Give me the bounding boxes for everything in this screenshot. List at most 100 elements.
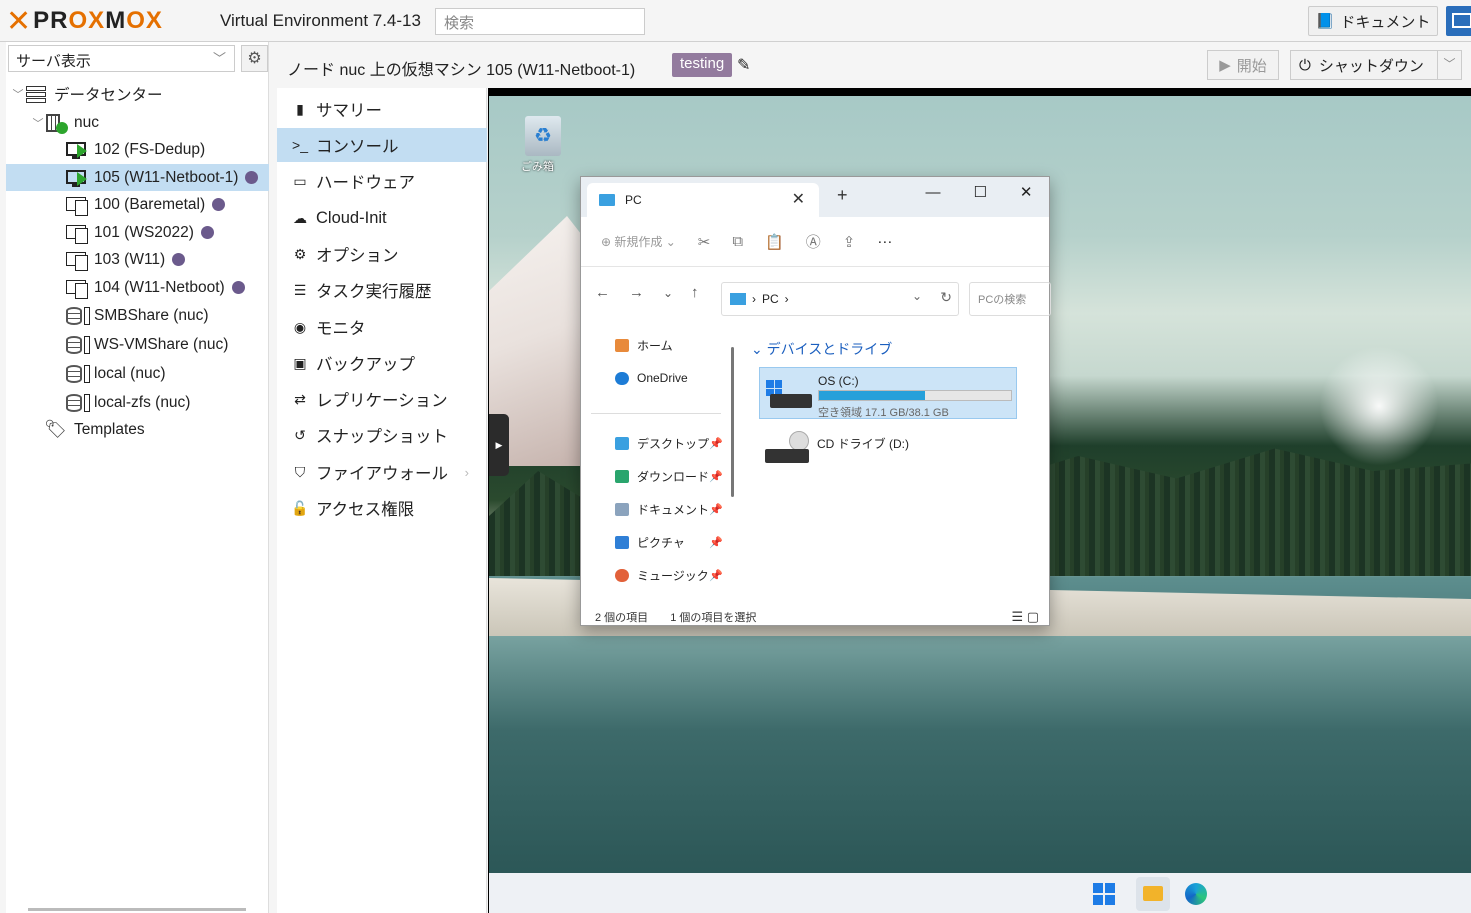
chevron-down-icon[interactable]: ⌄ [912, 289, 922, 303]
vm-console[interactable]: ♻ ごみ箱 PC ✕ + — ☐ ✕ ⊕ 新規作成 ⌄ ✂ ⧉ 📋 Ⓐ ⇪ ··… [488, 88, 1471, 913]
forward-icon[interactable]: → [629, 284, 644, 301]
tree-item-vm[interactable]: 102 (FS-Dedup) [6, 136, 269, 163]
recycle-bin-icon[interactable]: ♻ [525, 116, 561, 156]
back-icon[interactable]: ← [595, 284, 610, 301]
up-icon[interactable]: ↑ [691, 284, 699, 301]
menu-item-task-history[interactable]: ☰ タスク実行履歴 [277, 273, 487, 307]
menu-item-cloud-init[interactable]: ☁ Cloud-Init [277, 201, 487, 235]
address-bar[interactable]: › PC › ⌄ ↻ [721, 282, 959, 316]
minimize-icon[interactable]: — [925, 184, 940, 201]
vm-menu: ▮ サマリー >_ コンソール ▭ ハードウェア ☁ Cloud-Init ⚙ オプション… [277, 88, 487, 913]
nav-item-pictures[interactable]: ピクチャ 📌 [615, 534, 723, 551]
view-toggle-icons[interactable]: ☰ ▢ [1011, 609, 1039, 625]
tree-item-label: データセンター [54, 86, 163, 104]
drive-d[interactable]: CD ドライブ (D:) [759, 423, 1017, 475]
menu-item-snapshots[interactable]: ↺ スナップショット [277, 418, 487, 452]
menu-item-hardware[interactable]: ▭ ハードウェア [277, 164, 487, 198]
recent-icon[interactable]: ⌄ [663, 286, 673, 300]
tree-item-storage[interactable]: local-zfs (nuc) [6, 389, 269, 416]
documentation-button[interactable]: 📘 ドキュメント [1308, 6, 1438, 36]
edge-browser-icon[interactable] [1185, 883, 1207, 905]
tag-dot [172, 253, 186, 266]
nav-item-onedrive[interactable]: OneDrive [615, 371, 688, 385]
menu-item-label: スナップショット [316, 428, 448, 446]
menu-item-console[interactable]: >_ コンソール [277, 128, 487, 162]
menu-item-options[interactable]: ⚙ オプション [277, 237, 487, 271]
new-tab-button[interactable]: + [837, 185, 848, 206]
shutdown-button[interactable]: ⏻ シャットダウン ﹀ [1290, 50, 1462, 80]
tree-item-label: nuc [74, 113, 99, 131]
cut-icon[interactable]: ✂ [698, 233, 711, 251]
tree-item-template[interactable]: 104 (W11-Netboot) [6, 274, 269, 301]
tree-item-template[interactable]: 100 (Baremetal) [6, 191, 269, 218]
page-title: ノード nuc 上の仮想マシン 105 (W11-Netboot-1) [287, 62, 636, 79]
close-tab-icon[interactable]: ✕ [792, 189, 805, 209]
file-explorer-taskbar-icon[interactable] [1136, 877, 1170, 911]
nav-item-desktop[interactable]: デスクトップ 📌 [615, 435, 723, 452]
explorer-tab[interactable]: PC ✕ [587, 183, 819, 217]
search-input[interactable]: 検索 [435, 8, 645, 35]
paste-icon[interactable]: 📋 [765, 233, 784, 251]
tree-item-storage[interactable]: SMBShare (nuc) [6, 302, 269, 329]
close-icon[interactable]: ✕ [1020, 183, 1033, 201]
menu-item-backup[interactable]: ▣ バックアップ [277, 346, 487, 380]
drive-c[interactable]: OS (C:) 空き領域 17.1 GB/38.1 GB [759, 367, 1017, 419]
desktop-wallpaper[interactable]: ♻ ごみ箱 PC ✕ + — ☐ ✕ ⊕ 新規作成 ⌄ ✂ ⧉ 📋 Ⓐ ⇪ ··… [489, 96, 1471, 873]
proxmox-x-icon: ✕ [6, 4, 32, 38]
gear-icon[interactable]: ⚙ [241, 45, 268, 72]
content-header: ノード nuc 上の仮想マシン 105 (W11-Netboot-1) test… [277, 42, 1471, 88]
tree-item-template[interactable]: 101 (WS2022) [6, 219, 269, 246]
collapse-icon[interactable]: ﹀ [12, 86, 24, 102]
edit-tags-icon[interactable]: ✎ [737, 55, 750, 75]
more-icon[interactable]: ··· [877, 233, 892, 250]
menu-item-firewall[interactable]: ⛉ ファイアウォール › [277, 455, 487, 489]
menu-item-summary[interactable]: ▮ サマリー [277, 92, 487, 126]
tree-item-templates[interactable]: 🏷 Templates [6, 416, 269, 443]
nav-item-downloads[interactable]: ダウンロード 📌 [615, 468, 723, 485]
vm-running-icon [64, 167, 90, 189]
tag-dot [212, 198, 226, 211]
shield-icon: ⛉ [294, 463, 306, 480]
gear-icon: ⚙ [293, 245, 307, 262]
menu-item-monitor[interactable]: ◉ モニタ [277, 310, 487, 344]
drive-usage-fill [819, 391, 925, 400]
menu-item-permissions[interactable]: 🔓 アクセス権限 [277, 491, 487, 525]
tree-item-template[interactable]: 103 (W11) [6, 246, 269, 273]
start-button[interactable]: ▶ 開始 [1207, 50, 1279, 80]
tree-item-label: 104 (W11-Netboot) [94, 278, 225, 296]
tree-item-datacenter[interactable]: ﹀ データセンター [6, 80, 269, 107]
tree-item-storage[interactable]: local (nuc) [6, 360, 269, 387]
explorer-titlebar[interactable]: PC ✕ + — ☐ ✕ [581, 177, 1049, 217]
windows-start-icon[interactable] [1093, 883, 1115, 905]
tree-item-node[interactable]: ﹀ nuc [6, 109, 269, 136]
share-icon[interactable]: ⇪ [843, 233, 856, 251]
refresh-icon[interactable]: ↻ [940, 289, 952, 306]
group-header[interactable]: ⌄ デバイスとドライブ [751, 339, 892, 359]
console-sidebar-toggle[interactable]: ▶ [489, 414, 509, 476]
nav-item-music[interactable]: ミュージック 📌 [615, 567, 723, 584]
nav-item-documents[interactable]: ドキュメント 📌 [615, 501, 723, 518]
menu-item-replication[interactable]: ⇄ レプリケーション [277, 382, 487, 416]
explorer-search-input[interactable]: PCの検索 [969, 282, 1051, 316]
nav-scrollbar[interactable] [731, 347, 734, 497]
template-icon [64, 194, 90, 216]
proxmox-logo[interactable]: ✕ PROXMOX [6, 4, 163, 38]
create-vm-button[interactable] [1446, 6, 1471, 36]
horizontal-scrollbar[interactable] [28, 908, 246, 911]
nav-item-label: OneDrive [637, 371, 688, 385]
tag-badge[interactable]: testing [672, 53, 733, 77]
collapse-icon[interactable]: ﹀ [32, 115, 44, 131]
nav-item-home[interactable]: ホーム [615, 337, 673, 354]
maximize-icon[interactable]: ☐ [973, 183, 986, 201]
copy-icon[interactable]: ⧉ [732, 233, 743, 250]
view-selector[interactable]: サーバ表示 ﹀ [8, 45, 235, 72]
chevron-down-icon[interactable]: ﹀ [1437, 51, 1461, 79]
tree-item-vm-selected[interactable]: 105 (W11-Netboot-1) [6, 164, 269, 191]
rename-icon[interactable]: Ⓐ [806, 231, 821, 252]
drive-usage-bar [818, 390, 1012, 401]
document-icon [615, 503, 629, 516]
pin-icon: 📌 [709, 471, 723, 483]
file-explorer-window[interactable]: PC ✕ + — ☐ ✕ ⊕ 新規作成 ⌄ ✂ ⧉ 📋 Ⓐ ⇪ ··· ← → … [580, 176, 1051, 626]
new-button[interactable]: ⊕ 新規作成 ⌄ [601, 233, 676, 250]
tree-item-storage[interactable]: WS-VMShare (nuc) [6, 331, 269, 358]
